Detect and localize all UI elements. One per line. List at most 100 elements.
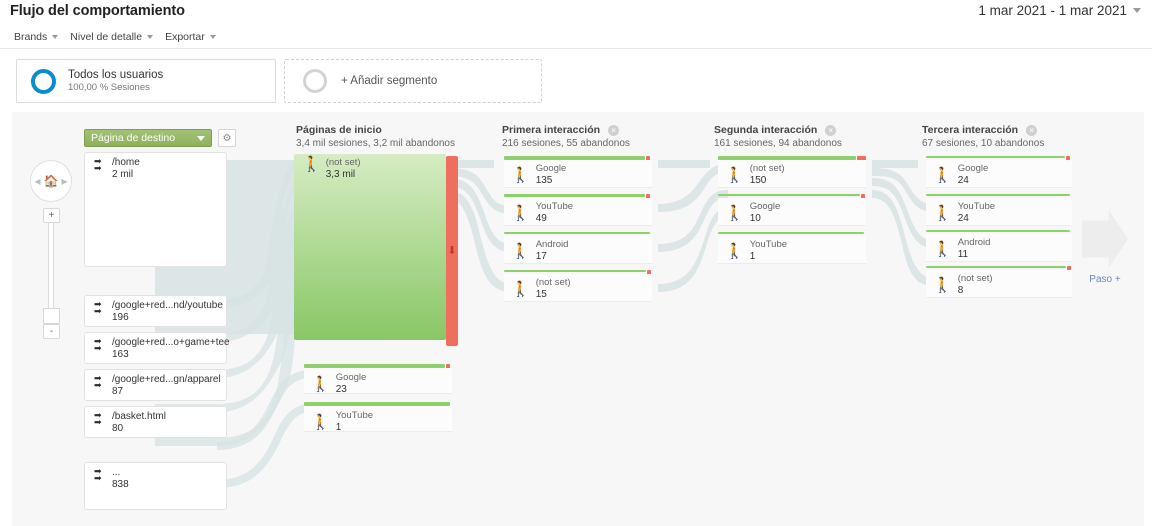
- chevron-right-icon[interactable]: ▶: [61, 177, 67, 186]
- home-button[interactable]: ◀ 🏠 ▶: [30, 160, 72, 202]
- walking-icon: 🚶: [511, 242, 530, 260]
- dimension-selector[interactable]: Página de destino: [84, 129, 212, 147]
- zoom-slider[interactable]: + -: [43, 208, 60, 340]
- landing-page-name: /home: [112, 157, 140, 168]
- add-segment-button[interactable]: + Añadir segmento: [284, 59, 542, 103]
- zoom-slider-handle[interactable]: [43, 308, 60, 324]
- date-range-label: 1 mar 2021 - 1 mar 2021: [978, 3, 1127, 18]
- arrows-right-icon: ➡ ➡: [94, 336, 102, 353]
- node-name: YouTube: [535, 201, 574, 212]
- gear-icon[interactable]: ⚙: [218, 129, 236, 147]
- date-range-picker[interactable]: 1 mar 2021 - 1 mar 2021: [975, 2, 1144, 19]
- flow-inner: ◀ 🏠 ▶ + - Página de destino ⚙ Páginas de…: [12, 112, 1144, 526]
- dropoff-bar[interactable]: ⬇: [446, 156, 458, 346]
- chevron-left-icon[interactable]: ◀: [34, 177, 40, 186]
- arrows-right-icon: ➡ ➡: [94, 410, 102, 427]
- node-value: 1: [749, 250, 756, 262]
- arrows-right-icon: ➡ ➡: [94, 373, 102, 390]
- walking-icon: 🚶: [725, 166, 744, 184]
- dimension-selector-label: Página de destino: [91, 132, 176, 144]
- segment-detail: 100,00 % Sesiones: [68, 82, 150, 94]
- landing-page-value: 80: [112, 423, 124, 434]
- add-step-label: Paso +: [1089, 274, 1121, 285]
- column-header-first-interaction: Primera interacción × 216 sesiones, 55 a…: [502, 124, 630, 149]
- landing-page-name: ...: [112, 467, 121, 478]
- home-icon: 🏠: [43, 174, 59, 188]
- flow-navigation-widget: ◀ 🏠 ▶ + -: [30, 160, 74, 339]
- column-title: Primera interacción: [502, 124, 601, 136]
- landing-page-node[interactable]: ➡ ➡ /basket.html 80: [84, 406, 227, 438]
- close-icon[interactable]: ×: [1026, 124, 1038, 136]
- zoom-in-button[interactable]: +: [43, 208, 60, 223]
- zoom-out-button[interactable]: -: [43, 324, 60, 339]
- walking-icon: 🚶: [302, 156, 321, 173]
- toolbar-item-label: Exportar: [165, 30, 205, 43]
- toolbar-item-label: Nivel de detalle: [70, 30, 143, 43]
- arrows-right-icon: ➡ ➡: [94, 156, 102, 173]
- column-header-third-interaction: Tercera interacción × 67 sesiones, 10 ab…: [922, 124, 1044, 149]
- node-value: 150: [749, 174, 767, 186]
- arrows-right-icon: ➡ ➡: [94, 299, 102, 316]
- landing-page-node[interactable]: ➡ ➡ /google+red...gn/apparel 87: [84, 369, 227, 401]
- node-name: (not set): [957, 273, 993, 284]
- chevron-down-icon: [197, 135, 205, 141]
- add-step-button[interactable]: Paso +: [1074, 210, 1136, 285]
- start-page-node-not-set[interactable]: 🚶 (not set) 3,3 mil: [294, 154, 446, 340]
- landing-page-name: /google+red...gn/apparel: [112, 374, 221, 385]
- column-subtitle: 3,4 mil sesiones, 3,2 mil abandonos: [296, 138, 455, 149]
- landing-page-name: /google+red...nd/youtube: [112, 300, 223, 311]
- walking-icon: 🚶: [933, 166, 952, 184]
- walking-icon: 🚶: [725, 204, 744, 222]
- node-name: Google: [335, 372, 367, 383]
- node-volume-bar: [926, 156, 1065, 158]
- close-icon[interactable]: ×: [608, 124, 620, 136]
- page-title: Flujo del comportamiento: [10, 3, 185, 19]
- node-volume-bar: [504, 194, 645, 197]
- segment-all-users[interactable]: Todos los usuarios 100,00 % Sesiones: [16, 59, 276, 103]
- page-header: Flujo del comportamiento 1 mar 2021 - 1 …: [0, 0, 1152, 25]
- toolbar-item-detail-level[interactable]: Nivel de detalle: [68, 29, 159, 45]
- segment-ring-icon: [303, 69, 327, 93]
- walking-icon: 🚶: [511, 204, 530, 222]
- column-subtitle: 216 sesiones, 55 abandonos: [502, 138, 630, 149]
- node-value: 1: [335, 421, 342, 433]
- walking-icon: 🚶: [725, 242, 744, 260]
- node-name: Google: [749, 201, 781, 212]
- node-value: 135: [535, 174, 553, 186]
- node-value: 24: [957, 174, 969, 186]
- toolbar-item-brands[interactable]: Brands: [12, 29, 64, 45]
- segment-name: Todos los usuarios: [68, 68, 164, 81]
- landing-page-value: 838: [112, 479, 129, 490]
- walking-icon: 🚶: [933, 204, 952, 222]
- walking-icon: 🚶: [311, 413, 330, 431]
- walking-icon: 🚶: [511, 166, 530, 184]
- node-value: 24: [957, 212, 969, 224]
- node-name: Google: [535, 163, 567, 174]
- landing-page-node[interactable]: ➡ ➡ /google+red...nd/youtube 196: [84, 295, 227, 327]
- landing-page-node[interactable]: ➡ ➡ ... 838: [84, 462, 227, 510]
- node-volume-bar: [504, 270, 646, 272]
- node-value: 8: [957, 284, 964, 296]
- node-value: 23: [335, 383, 347, 395]
- column-title: Páginas de inicio: [296, 124, 382, 136]
- node-value: 49: [535, 212, 547, 224]
- arrow-right-icon: [1082, 210, 1128, 268]
- node-value: 11: [957, 248, 969, 260]
- toolbar-item-label: Brands: [14, 30, 48, 43]
- segment-ring-icon: [31, 68, 56, 94]
- toolbar-item-export[interactable]: Exportar: [163, 29, 222, 45]
- node-name: (not set): [535, 277, 571, 288]
- node-value: 3,3 mil: [325, 168, 356, 180]
- add-segment-label: + Añadir segmento: [341, 75, 438, 87]
- landing-page-name: /google+red...o+game+tee: [112, 337, 230, 348]
- node-name: Android: [535, 239, 569, 250]
- landing-page-value: 163: [112, 349, 129, 360]
- landing-page-node[interactable]: ➡ ➡ /google+red...o+game+tee 163: [84, 332, 230, 364]
- node-name: Google: [957, 163, 989, 174]
- close-icon[interactable]: ×: [825, 124, 837, 136]
- landing-page-value: 196: [112, 312, 129, 323]
- landing-page-node[interactable]: ➡ ➡ /home 2 mil: [84, 152, 227, 267]
- behavior-flow-canvas[interactable]: ◀ 🏠 ▶ + - Página de destino ⚙ Páginas de…: [12, 112, 1144, 526]
- segment-bar: Todos los usuarios 100,00 % Sesiones + A…: [0, 48, 1152, 110]
- node-name: YouTube: [957, 201, 996, 212]
